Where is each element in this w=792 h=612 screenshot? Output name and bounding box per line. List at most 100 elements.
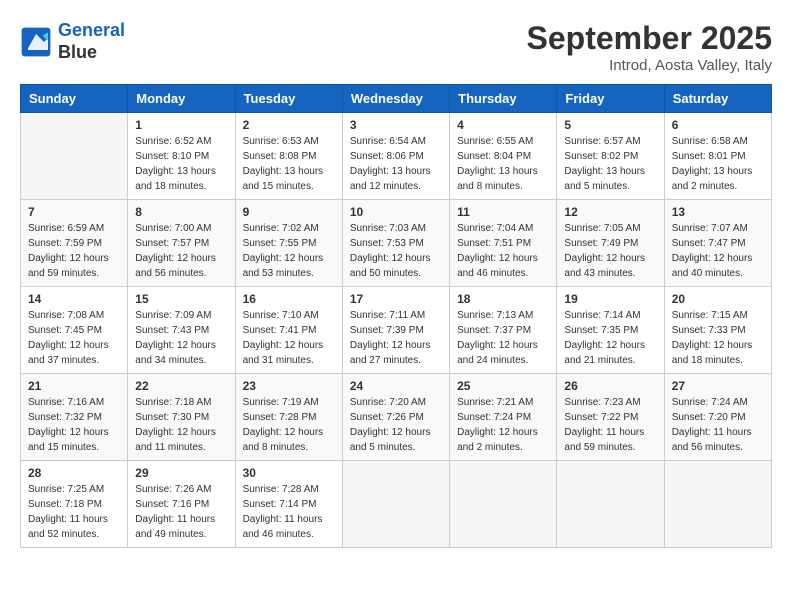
calendar-cell: [664, 461, 771, 548]
calendar-cell: 30 Sunrise: 7:28 AM Sunset: 7:14 PM Dayli…: [235, 461, 342, 548]
calendar-week-1: 1Sunrise: 6:52 AM Sunset: 8:10 PM Daylig…: [21, 113, 772, 200]
calendar-cell: 16 Sunrise: 7:10 AM Sunset: 7:41 PM Dayli…: [235, 287, 342, 374]
weekday-header-thursday: Thursday: [450, 85, 557, 113]
logo-icon: [20, 26, 52, 58]
day-info: Sunrise: 7:24 AM Sunset: 7:20 PM Dayligh…: [672, 395, 764, 455]
month-title: September 2025: [527, 20, 772, 57]
day-number: 12: [564, 205, 656, 219]
day-number: 11: [457, 205, 549, 219]
day-number: 17: [350, 292, 442, 306]
day-number: 7: [28, 205, 120, 219]
day-number: 28: [28, 466, 120, 480]
day-number: 15: [135, 292, 227, 306]
day-info: Sunrise: 7:25 AM Sunset: 7:18 PM Dayligh…: [28, 482, 120, 542]
day-number: 21: [28, 379, 120, 393]
day-info: Sunrise: 6:57 AM Sunset: 8:02 PM Dayligh…: [564, 134, 656, 194]
day-number: 4: [457, 118, 549, 132]
calendar-cell: 14Sunrise: 7:08 AM Sunset: 7:45 PM Dayli…: [21, 287, 128, 374]
day-info: Sunrise: 7:07 AM Sunset: 7:47 PM Dayligh…: [672, 221, 764, 281]
calendar-cell: 17 Sunrise: 7:11 AM Sunset: 7:39 PM Dayli…: [342, 287, 449, 374]
day-info: Sunrise: 7:09 AM Sunset: 7:43 PM Dayligh…: [135, 308, 227, 368]
day-number: 29: [135, 466, 227, 480]
day-info: Sunrise: 6:52 AM Sunset: 8:10 PM Dayligh…: [135, 134, 227, 194]
calendar-cell: 4 Sunrise: 6:55 AM Sunset: 8:04 PM Daylig…: [450, 113, 557, 200]
day-info: Sunrise: 7:21 AM Sunset: 7:24 PM Dayligh…: [457, 395, 549, 455]
day-number: 30: [243, 466, 335, 480]
day-number: 3: [350, 118, 442, 132]
calendar-cell: 19 Sunrise: 7:14 AM Sunset: 7:35 PM Dayli…: [557, 287, 664, 374]
day-info: Sunrise: 6:53 AM Sunset: 8:08 PM Dayligh…: [243, 134, 335, 194]
day-info: Sunrise: 7:14 AM Sunset: 7:35 PM Dayligh…: [564, 308, 656, 368]
day-info: Sunrise: 7:03 AM Sunset: 7:53 PM Dayligh…: [350, 221, 442, 281]
day-info: Sunrise: 7:11 AM Sunset: 7:39 PM Dayligh…: [350, 308, 442, 368]
day-number: 25: [457, 379, 549, 393]
page-header: General Blue September 2025 Introd, Aost…: [20, 20, 772, 74]
day-info: Sunrise: 6:55 AM Sunset: 8:04 PM Dayligh…: [457, 134, 549, 194]
calendar-cell: 2 Sunrise: 6:53 AM Sunset: 8:08 PM Daylig…: [235, 113, 342, 200]
day-info: Sunrise: 7:13 AM Sunset: 7:37 PM Dayligh…: [457, 308, 549, 368]
calendar-cell: 28 Sunrise: 7:25 AM Sunset: 7:18 PM Dayli…: [21, 461, 128, 548]
calendar-cell: 6 Sunrise: 6:58 AM Sunset: 8:01 PM Daylig…: [664, 113, 771, 200]
day-info: Sunrise: 6:59 AM Sunset: 7:59 PM Dayligh…: [28, 221, 120, 281]
calendar-cell: 1Sunrise: 6:52 AM Sunset: 8:10 PM Daylig…: [128, 113, 235, 200]
day-number: 19: [564, 292, 656, 306]
calendar-cell: 8Sunrise: 7:00 AM Sunset: 7:57 PM Daylig…: [128, 200, 235, 287]
day-number: 27: [672, 379, 764, 393]
day-number: 24: [350, 379, 442, 393]
calendar-cell: 7 Sunrise: 6:59 AM Sunset: 7:59 PM Daylig…: [21, 200, 128, 287]
calendar-cell: 21Sunrise: 7:16 AM Sunset: 7:32 PM Dayli…: [21, 374, 128, 461]
logo: General Blue: [20, 20, 125, 63]
logo-text: General Blue: [58, 20, 125, 63]
calendar-cell: 23Sunrise: 7:19 AM Sunset: 7:28 PM Dayli…: [235, 374, 342, 461]
calendar-table: SundayMondayTuesdayWednesdayThursdayFrid…: [20, 84, 772, 548]
logo-line2: Blue: [58, 42, 125, 64]
calendar-cell: 13 Sunrise: 7:07 AM Sunset: 7:47 PM Dayli…: [664, 200, 771, 287]
calendar-cell: 24Sunrise: 7:20 AM Sunset: 7:26 PM Dayli…: [342, 374, 449, 461]
day-info: Sunrise: 6:58 AM Sunset: 8:01 PM Dayligh…: [672, 134, 764, 194]
calendar-cell: 22 Sunrise: 7:18 AM Sunset: 7:30 PM Dayli…: [128, 374, 235, 461]
day-info: Sunrise: 7:02 AM Sunset: 7:55 PM Dayligh…: [243, 221, 335, 281]
day-number: 20: [672, 292, 764, 306]
day-info: Sunrise: 7:00 AM Sunset: 7:57 PM Dayligh…: [135, 221, 227, 281]
calendar-cell: 29 Sunrise: 7:26 AM Sunset: 7:16 PM Dayli…: [128, 461, 235, 548]
calendar-cell: [342, 461, 449, 548]
calendar-cell: 3 Sunrise: 6:54 AM Sunset: 8:06 PM Daylig…: [342, 113, 449, 200]
location-subtitle: Introd, Aosta Valley, Italy: [527, 57, 772, 74]
day-number: 26: [564, 379, 656, 393]
calendar-cell: 27 Sunrise: 7:24 AM Sunset: 7:20 PM Dayli…: [664, 374, 771, 461]
calendar-cell: 9 Sunrise: 7:02 AM Sunset: 7:55 PM Daylig…: [235, 200, 342, 287]
calendar-cell: 25 Sunrise: 7:21 AM Sunset: 7:24 PM Dayli…: [450, 374, 557, 461]
calendar-cell: [450, 461, 557, 548]
day-number: 9: [243, 205, 335, 219]
weekday-header-friday: Friday: [557, 85, 664, 113]
day-number: 2: [243, 118, 335, 132]
day-number: 16: [243, 292, 335, 306]
day-info: Sunrise: 7:15 AM Sunset: 7:33 PM Dayligh…: [672, 308, 764, 368]
day-info: Sunrise: 7:28 AM Sunset: 7:14 PM Dayligh…: [243, 482, 335, 542]
calendar-cell: 15 Sunrise: 7:09 AM Sunset: 7:43 PM Dayli…: [128, 287, 235, 374]
day-number: 13: [672, 205, 764, 219]
calendar-cell: [21, 113, 128, 200]
day-info: Sunrise: 7:04 AM Sunset: 7:51 PM Dayligh…: [457, 221, 549, 281]
calendar-cell: 12 Sunrise: 7:05 AM Sunset: 7:49 PM Dayli…: [557, 200, 664, 287]
day-number: 14: [28, 292, 120, 306]
calendar-week-5: 28 Sunrise: 7:25 AM Sunset: 7:18 PM Dayli…: [21, 461, 772, 548]
weekday-header-row: SundayMondayTuesdayWednesdayThursdayFrid…: [21, 85, 772, 113]
calendar-week-2: 7 Sunrise: 6:59 AM Sunset: 7:59 PM Daylig…: [21, 200, 772, 287]
day-number: 22: [135, 379, 227, 393]
day-number: 6: [672, 118, 764, 132]
calendar-cell: 11 Sunrise: 7:04 AM Sunset: 7:51 PM Dayli…: [450, 200, 557, 287]
logo-line1: General: [58, 20, 125, 40]
day-info: Sunrise: 6:54 AM Sunset: 8:06 PM Dayligh…: [350, 134, 442, 194]
weekday-header-saturday: Saturday: [664, 85, 771, 113]
day-info: Sunrise: 7:10 AM Sunset: 7:41 PM Dayligh…: [243, 308, 335, 368]
day-info: Sunrise: 7:18 AM Sunset: 7:30 PM Dayligh…: [135, 395, 227, 455]
calendar-cell: 20 Sunrise: 7:15 AM Sunset: 7:33 PM Dayli…: [664, 287, 771, 374]
day-number: 10: [350, 205, 442, 219]
day-info: Sunrise: 7:05 AM Sunset: 7:49 PM Dayligh…: [564, 221, 656, 281]
day-info: Sunrise: 7:26 AM Sunset: 7:16 PM Dayligh…: [135, 482, 227, 542]
title-block: September 2025 Introd, Aosta Valley, Ita…: [527, 20, 772, 74]
calendar-cell: [557, 461, 664, 548]
calendar-cell: 10 Sunrise: 7:03 AM Sunset: 7:53 PM Dayli…: [342, 200, 449, 287]
calendar-cell: 18Sunrise: 7:13 AM Sunset: 7:37 PM Dayli…: [450, 287, 557, 374]
